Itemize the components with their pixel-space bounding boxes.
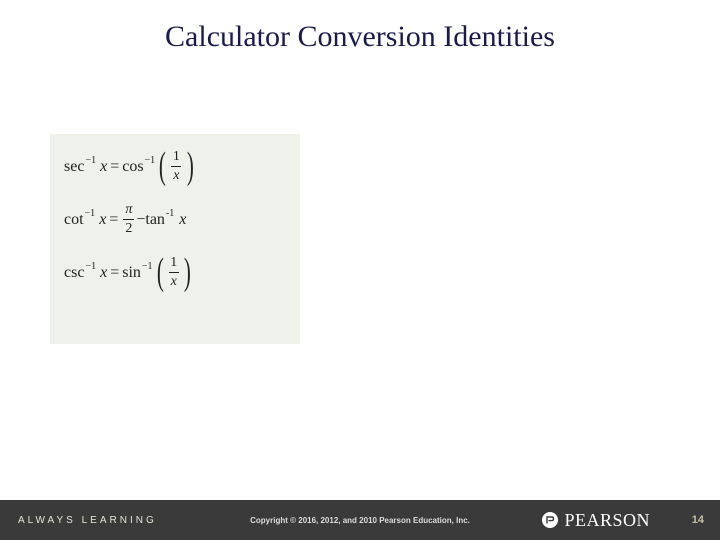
fn-cos: cos [122, 159, 143, 175]
denominator: x [169, 272, 179, 289]
brand: PEARSON [542, 510, 650, 531]
reciprocal-arg: ( 1 x ) [156, 150, 196, 183]
rparen-icon: ) [187, 151, 194, 181]
fraction: 1 x [171, 150, 182, 183]
denominator: 2 [123, 219, 134, 236]
footer-bar: ALWAYS LEARNING Copyright © 2016, 2012, … [0, 500, 720, 540]
inv: −1 [85, 156, 96, 166]
brand-mark-icon [542, 512, 558, 528]
slide: Calculator Conversion Identities sec−1 x… [0, 0, 720, 540]
var-x: x [179, 212, 186, 228]
equals: = [110, 159, 119, 175]
lparen-icon: ( [156, 257, 163, 287]
var-x: x [99, 212, 106, 228]
page-number: 14 [692, 514, 704, 526]
identity-csc: csc−1 x = sin−1 ( 1 x ) [64, 256, 286, 289]
fn-csc: csc [64, 265, 84, 281]
brand-text: PEARSON [564, 510, 650, 531]
fn-sin: sin [122, 265, 141, 281]
pi-over-2: π 2 [123, 203, 134, 236]
fraction: 1 x [168, 256, 179, 289]
copyright: Copyright © 2016, 2012, and 2010 Pearson… [250, 516, 470, 525]
inv: −1 [85, 209, 96, 219]
inv: −1 [145, 156, 156, 166]
numerator: π [123, 203, 134, 219]
tagline: ALWAYS LEARNING [18, 515, 157, 526]
rparen-icon: ) [184, 257, 191, 287]
page-title: Calculator Conversion Identities [0, 20, 720, 54]
identities-panel: sec−1 x = cos−1 ( 1 x ) cot−1 x = π 2 − [50, 134, 300, 344]
equals: = [109, 212, 118, 228]
var-x: x [100, 159, 107, 175]
reciprocal-arg: ( 1 x ) [154, 256, 194, 289]
equals: = [110, 265, 119, 281]
var-x: x [100, 265, 107, 281]
fn-sec: sec [64, 159, 84, 175]
identity-sec: sec−1 x = cos−1 ( 1 x ) [64, 150, 286, 183]
numerator: 1 [168, 256, 179, 272]
inv: -1 [166, 209, 174, 219]
fn-tan: tan [145, 212, 165, 228]
inv: −1 [85, 262, 96, 272]
minus: − [136, 212, 145, 228]
fn-cot: cot [64, 212, 84, 228]
inv: −1 [142, 262, 153, 272]
lparen-icon: ( [159, 151, 166, 181]
identity-cot: cot−1 x = π 2 − tan-1 x [64, 203, 286, 236]
denominator: x [171, 166, 181, 183]
numerator: 1 [171, 150, 182, 166]
